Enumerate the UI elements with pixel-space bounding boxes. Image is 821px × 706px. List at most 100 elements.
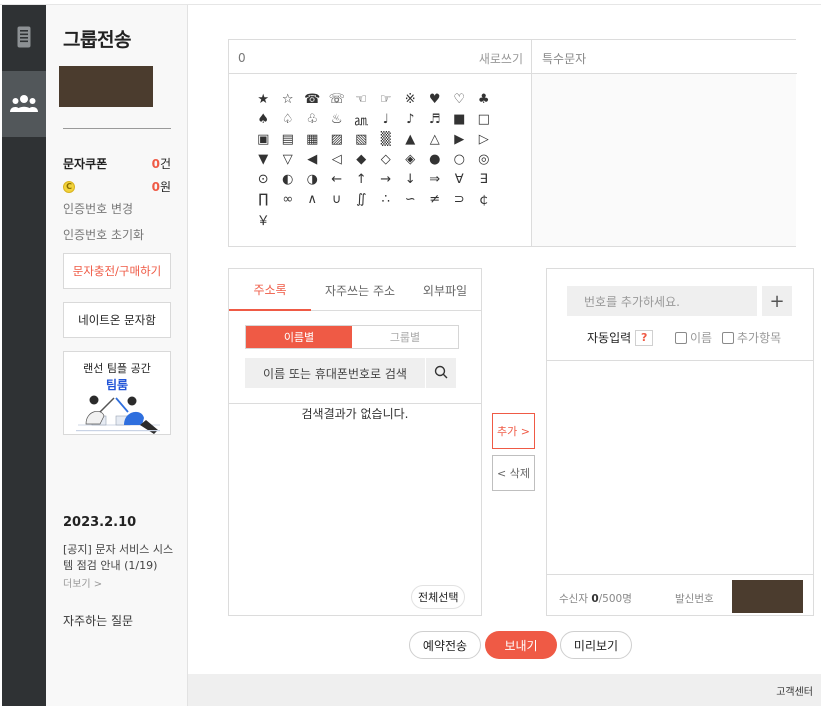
- promo-line2: 팀룸: [105, 378, 129, 392]
- teamwork-illustration: [76, 395, 160, 434]
- special-char-item[interactable]: ※: [398, 89, 423, 109]
- special-char-item[interactable]: ♨: [325, 109, 350, 129]
- toggle-by-name[interactable]: 이름별: [246, 326, 352, 348]
- special-char-item[interactable]: ♥: [423, 89, 448, 109]
- name-checkbox[interactable]: 이름: [675, 329, 712, 346]
- special-chars-panel: 특수문자: [531, 40, 797, 246]
- special-char-item[interactable]: ♬: [423, 109, 448, 129]
- new-message-button[interactable]: 새로쓰기: [479, 50, 523, 67]
- special-char-item[interactable]: ◎: [472, 149, 497, 169]
- phone-number-input[interactable]: 번호를 추가하세요.: [567, 286, 757, 316]
- special-char-item[interactable]: ∃: [472, 169, 497, 189]
- special-char-item[interactable]: ♠: [251, 109, 276, 129]
- tab-address-book[interactable]: 주소록: [229, 269, 311, 311]
- special-char-item[interactable]: ☎: [300, 89, 325, 109]
- special-char-item[interactable]: ￥: [251, 209, 276, 229]
- special-char-item[interactable]: ☜: [349, 89, 374, 109]
- special-char-item[interactable]: →: [374, 169, 399, 189]
- special-char-item[interactable]: ◁: [325, 149, 350, 169]
- special-char-item[interactable]: ♧: [300, 109, 325, 129]
- special-char-item[interactable]: ↓: [398, 169, 423, 189]
- special-char-item[interactable]: ▨: [325, 129, 350, 149]
- special-char-item[interactable]: ▲: [398, 129, 423, 149]
- special-char-item[interactable]: ⇒: [423, 169, 448, 189]
- special-char-item[interactable]: ▒: [374, 129, 399, 149]
- special-char-item[interactable]: □: [472, 109, 497, 129]
- special-char-item[interactable]: ▼: [251, 149, 276, 169]
- special-char-item[interactable]: ▷: [472, 129, 497, 149]
- special-char-item[interactable]: ★: [251, 89, 276, 109]
- redacted-sender-number[interactable]: [732, 580, 803, 613]
- special-char-item[interactable]: ㏂: [349, 109, 374, 129]
- remove-recipient-button[interactable]: < 삭제: [492, 455, 535, 491]
- special-char-item[interactable]: ▤: [276, 129, 301, 149]
- special-char-item[interactable]: ♡: [447, 89, 472, 109]
- special-char-item[interactable]: ▶: [447, 129, 472, 149]
- send-button[interactable]: 보내기: [485, 631, 557, 659]
- divider: [547, 360, 813, 361]
- special-char-item[interactable]: ♩: [374, 109, 399, 129]
- special-char-item[interactable]: ￠: [472, 189, 497, 209]
- special-char-item[interactable]: ■: [447, 109, 472, 129]
- special-char-item[interactable]: ◑: [300, 169, 325, 189]
- special-char-item[interactable]: ▦: [300, 129, 325, 149]
- preview-button[interactable]: 미리보기: [560, 631, 632, 659]
- add-recipient-button[interactable]: 추가 >: [492, 413, 535, 449]
- special-char-item[interactable]: ⊙: [251, 169, 276, 189]
- special-char-item[interactable]: ∴: [374, 189, 399, 209]
- special-char-item[interactable]: ∀: [447, 169, 472, 189]
- special-char-item[interactable]: ∪: [325, 189, 350, 209]
- special-char-item[interactable]: ⊃: [447, 189, 472, 209]
- special-char-item[interactable]: ↑: [349, 169, 374, 189]
- special-char-item[interactable]: ◈: [398, 149, 423, 169]
- special-char-item[interactable]: ←: [325, 169, 350, 189]
- special-char-item[interactable]: ∽: [398, 189, 423, 209]
- special-char-item[interactable]: ○: [447, 149, 472, 169]
- special-char-item[interactable]: ☏: [325, 89, 350, 109]
- nateon-inbox-button[interactable]: 네이트온 문자함: [63, 302, 171, 338]
- more-link[interactable]: 더보기 >: [63, 575, 102, 590]
- checkbox-box[interactable]: [675, 331, 687, 344]
- notice-link[interactable]: [공지] 문자 서비스 시스템 점검 안내 (1/19): [63, 542, 175, 574]
- faq-link[interactable]: 자주하는 질문: [63, 612, 133, 629]
- special-char-item[interactable]: ♤: [276, 109, 301, 129]
- tab-external-file[interactable]: 외부파일: [409, 269, 481, 311]
- change-auth-link[interactable]: 인증번호 변경: [63, 200, 133, 217]
- special-char-item[interactable]: ▽: [276, 149, 301, 169]
- balance-amount: 0: [151, 180, 160, 194]
- search-button[interactable]: [426, 358, 456, 388]
- extra-field-checkbox[interactable]: 추가항목: [722, 329, 781, 346]
- special-char-item[interactable]: ∏: [251, 189, 276, 209]
- special-char-item[interactable]: ≠: [423, 189, 448, 209]
- reset-auth-link[interactable]: 인증번호 초기화: [63, 226, 144, 243]
- special-char-item[interactable]: ●: [423, 149, 448, 169]
- tab-frequent[interactable]: 자주쓰는 주소: [311, 269, 409, 311]
- special-char-item[interactable]: ◀: [300, 149, 325, 169]
- special-char-item[interactable]: ◆: [349, 149, 374, 169]
- recipient-count: 수신자 0/500명: [559, 591, 632, 606]
- checkbox-box[interactable]: [722, 331, 734, 344]
- add-number-button[interactable]: +: [762, 286, 792, 316]
- toggle-by-group[interactable]: 그룹별: [352, 326, 458, 348]
- special-char-item[interactable]: ☞: [374, 89, 399, 109]
- special-char-item[interactable]: △: [423, 129, 448, 149]
- select-all-button[interactable]: 전체선택: [411, 585, 466, 609]
- rail-group-button[interactable]: [2, 71, 46, 137]
- contact-search-input[interactable]: 이름 또는 휴대폰번호로 검색: [245, 358, 425, 388]
- special-char-item[interactable]: ♣: [472, 89, 497, 109]
- help-icon[interactable]: ?: [635, 329, 654, 346]
- special-char-item[interactable]: ∞: [276, 189, 301, 209]
- special-char-item[interactable]: ◇: [374, 149, 399, 169]
- teamroom-promo-banner[interactable]: 랜선 팀플 공간 팀룸: [63, 351, 171, 435]
- special-char-item[interactable]: ∧: [300, 189, 325, 209]
- special-char-item[interactable]: ▣: [251, 129, 276, 149]
- special-char-item[interactable]: ∬: [349, 189, 374, 209]
- charge-button[interactable]: 문자충전/구매하기: [63, 253, 171, 289]
- customer-center-link[interactable]: 고객센터: [776, 683, 813, 698]
- special-char-item[interactable]: ♪: [398, 109, 423, 129]
- reserve-send-button[interactable]: 예약전송: [409, 631, 481, 659]
- rail-phone-button[interactable]: [2, 5, 46, 71]
- special-char-item[interactable]: ☆: [276, 89, 301, 109]
- special-char-item[interactable]: ▧: [349, 129, 374, 149]
- special-char-item[interactable]: ◐: [276, 169, 301, 189]
